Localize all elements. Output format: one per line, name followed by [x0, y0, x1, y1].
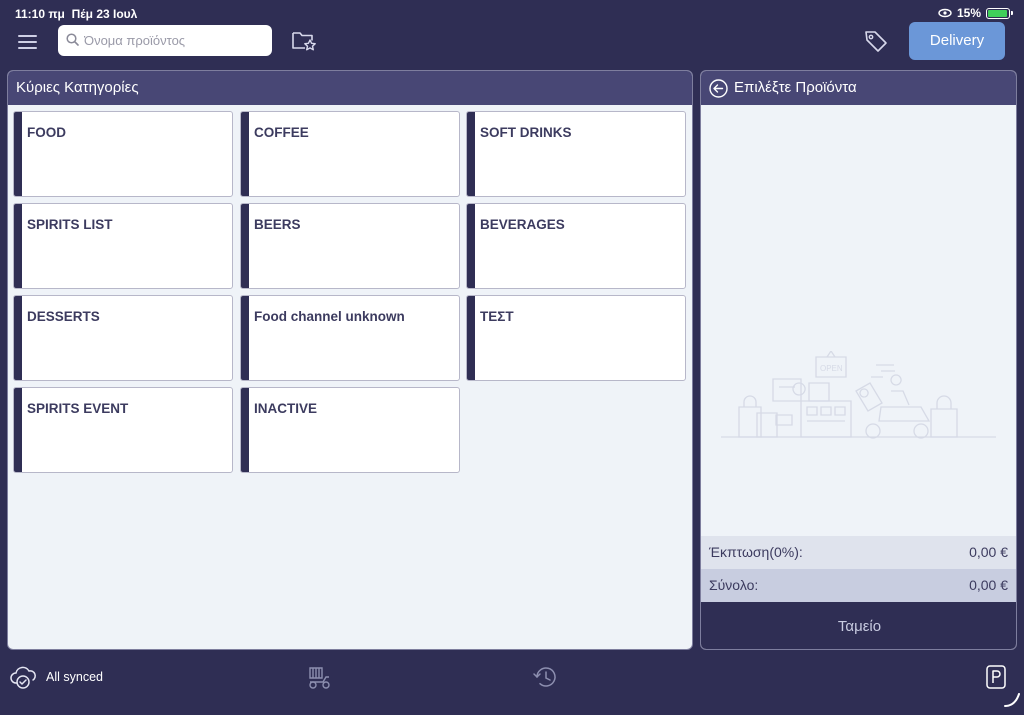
category-label: SOFT DRINKS: [480, 125, 572, 140]
category-tile-spirits-event[interactable]: SPIRITS EVENT: [13, 387, 233, 473]
sync-status[interactable]: All synced: [10, 664, 103, 690]
category-label: Food channel unknown: [254, 309, 405, 324]
sync-label: All synced: [46, 670, 103, 684]
category-tile-coffee[interactable]: COFFEE: [240, 111, 460, 197]
total-label: Σύνολο:: [709, 577, 759, 593]
search-box[interactable]: [58, 25, 272, 56]
category-tile-test[interactable]: ΤΕΣΤ: [466, 295, 686, 381]
discount-label: Έκπτωση(0%):: [709, 544, 803, 560]
categories-panel: Κύριες Κατηγορίες FOOD COFFEE SOFT DRINK…: [7, 70, 693, 650]
order-panel: Επιλέξτε Προϊόντα OPEN Έκπτωση(0%): 0,00…: [700, 70, 1017, 650]
category-label: SPIRITS EVENT: [27, 401, 129, 416]
delivery-scooter-icon[interactable]: [306, 664, 332, 690]
category-tile-food-channel-unknown[interactable]: Food channel unknown: [240, 295, 460, 381]
category-tile-food[interactable]: FOOD: [13, 111, 233, 197]
back-arrow-icon[interactable]: [709, 79, 728, 98]
category-label: FOOD: [27, 125, 66, 140]
delivery-button[interactable]: Delivery: [909, 22, 1005, 60]
total-value: 0,00 €: [969, 577, 1008, 593]
status-time: 11:10 πμ Πέμ 23 Ιουλ: [15, 7, 138, 21]
discount-tag-icon[interactable]: [863, 28, 889, 54]
category-tile-beverages[interactable]: BEVERAGES: [466, 203, 686, 289]
order-title: Επιλέξτε Προϊόντα: [734, 79, 857, 96]
rotation-lock-icon: [938, 8, 952, 18]
category-label: BEVERAGES: [480, 217, 565, 232]
bottom-bar: All synced: [0, 655, 1024, 715]
parking-icon[interactable]: [986, 665, 1006, 689]
battery-percent: 15%: [956, 6, 981, 20]
category-tile-inactive[interactable]: INACTIVE: [240, 387, 460, 473]
category-tile-desserts[interactable]: DESSERTS: [13, 295, 233, 381]
order-header: Επιλέξτε Προϊόντα: [701, 71, 1016, 105]
discount-value: 0,00 €: [969, 544, 1008, 560]
battery-icon: [986, 7, 1013, 19]
status-right: 15%: [938, 6, 1013, 20]
search-input[interactable]: [84, 25, 266, 56]
checkout-button[interactable]: Ταμείο: [701, 602, 1016, 649]
category-label: INACTIVE: [254, 401, 318, 416]
search-icon: [66, 33, 79, 46]
favorites-folder-icon[interactable]: [290, 28, 318, 54]
discount-row: Έκπτωση(0%): 0,00 €: [701, 536, 1016, 569]
total-row: Σύνολο: 0,00 €: [701, 569, 1016, 602]
history-icon[interactable]: [532, 664, 558, 690]
category-label: ΤΕΣΤ: [480, 309, 514, 324]
open-sign-text: OPEN: [820, 364, 843, 373]
resize-corner-icon: [1004, 693, 1020, 707]
category-tile-soft-drinks[interactable]: SOFT DRINKS: [466, 111, 686, 197]
category-label: COFFEE: [254, 125, 309, 140]
category-tile-beers[interactable]: BEERS: [240, 203, 460, 289]
empty-shop-illustration: OPEN: [721, 351, 996, 439]
category-label: DESSERTS: [27, 309, 100, 324]
menu-icon[interactable]: [18, 35, 37, 49]
category-tile-spirits-list[interactable]: SPIRITS LIST: [13, 203, 233, 289]
top-toolbar: Delivery: [0, 22, 1024, 64]
categories-title: Κύριες Κατηγορίες: [8, 71, 692, 105]
cloud-check-icon: [10, 666, 36, 689]
category-label: BEERS: [254, 217, 301, 232]
category-label: SPIRITS LIST: [27, 217, 113, 232]
